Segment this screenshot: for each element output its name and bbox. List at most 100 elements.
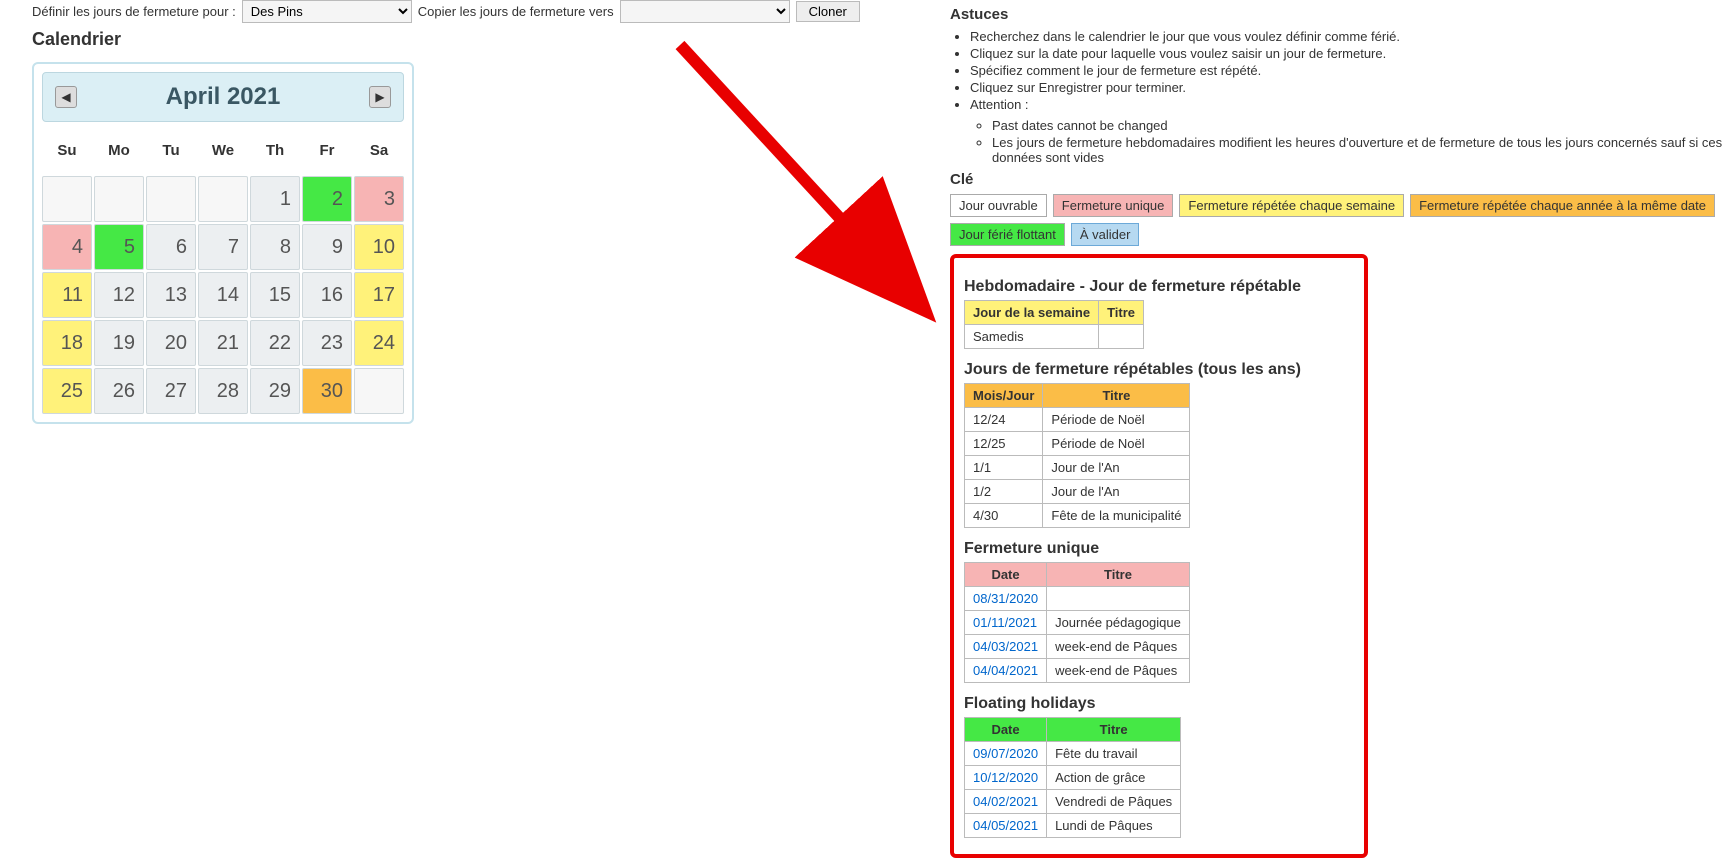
table-header: Titre	[1043, 384, 1190, 408]
calendar-day[interactable]: 13	[146, 272, 196, 318]
table-header: Jour de la semaine	[965, 301, 1099, 325]
date-link[interactable]: 04/05/2021	[965, 814, 1047, 838]
calendar-day[interactable]: 25	[42, 368, 92, 414]
calendar-day[interactable]: 1	[250, 176, 300, 222]
calendar-day[interactable]: 2	[302, 176, 352, 222]
date-link[interactable]: 09/07/2020	[965, 742, 1047, 766]
table-row: 12/25Période de Noël	[965, 432, 1190, 456]
table-row: 1/2Jour de l'An	[965, 480, 1190, 504]
calendar-dow: Tu	[146, 128, 196, 174]
calendar-day[interactable]: 3	[354, 176, 404, 222]
table-cell: week-end de Pâques	[1047, 659, 1190, 683]
calendar-title: April 2021	[166, 83, 281, 111]
table-cell: Journée pédagogique	[1047, 611, 1190, 635]
define-label: Définir les jours de fermeture pour :	[32, 4, 236, 19]
table-row: 04/05/2021Lundi de Pâques	[965, 814, 1181, 838]
table-cell: Jour de l'An	[1043, 456, 1190, 480]
date-link[interactable]: 10/12/2020	[965, 766, 1047, 790]
calendar-day[interactable]: 11	[42, 272, 92, 318]
table-row: 4/30Fête de la municipalité	[965, 504, 1190, 528]
table-row: 1/1Jour de l'An	[965, 456, 1190, 480]
date-link[interactable]: 04/03/2021	[965, 635, 1047, 659]
unique-table: DateTitre08/31/202001/11/2021Journée péd…	[964, 562, 1190, 683]
table-cell	[1099, 325, 1144, 349]
hints-section: Astuces Recherchez dans le calendrier le…	[950, 6, 1730, 165]
clone-button[interactable]: Cloner	[796, 1, 860, 22]
date-link[interactable]: 04/04/2021	[965, 659, 1047, 683]
table-cell: 1/1	[965, 456, 1043, 480]
calendar-day[interactable]: 24	[354, 320, 404, 366]
calendar-day[interactable]: 12	[94, 272, 144, 318]
calendar-day[interactable]: 19	[94, 320, 144, 366]
copy-label: Copier les jours de fermeture vers	[418, 4, 614, 19]
table-cell: 12/24	[965, 408, 1043, 432]
table-header: Titre	[1047, 718, 1181, 742]
annotation-arrow	[670, 35, 950, 335]
table-cell: Action de grâce	[1047, 766, 1181, 790]
calendar-dow: Fr	[302, 128, 352, 174]
table-row: 08/31/2020	[965, 587, 1190, 611]
table-cell: Vendredi de Pâques	[1047, 790, 1181, 814]
date-link[interactable]: 08/31/2020	[965, 587, 1047, 611]
calendar-day[interactable]: 23	[302, 320, 352, 366]
calendar-empty	[354, 368, 404, 414]
calendar-day[interactable]: 4	[42, 224, 92, 270]
hint-item: Spécifiez comment le jour de fermeture e…	[970, 63, 1730, 78]
legend-chip: Fermeture répétée chaque semaine	[1179, 194, 1404, 217]
table-cell: Période de Noël	[1043, 432, 1190, 456]
legend-chip: Jour ouvrable	[950, 194, 1047, 217]
hint-subitem: Les jours de fermeture hebdomadaires mod…	[992, 135, 1730, 165]
calendar-day[interactable]: 6	[146, 224, 196, 270]
calendar-day[interactable]: 20	[146, 320, 196, 366]
calendar-day[interactable]: 28	[198, 368, 248, 414]
calendar-day[interactable]: 16	[302, 272, 352, 318]
copy-target-select[interactable]	[620, 0, 790, 23]
weekly-heading: Hebdomadaire - Jour de fermeture répétab…	[964, 278, 1354, 296]
table-row: 04/02/2021Vendredi de Pâques	[965, 790, 1181, 814]
floating-heading: Floating holidays	[964, 695, 1354, 713]
table-row: Samedis	[965, 325, 1144, 349]
table-cell: 4/30	[965, 504, 1043, 528]
table-row: 01/11/2021Journée pédagogique	[965, 611, 1190, 635]
calendar-prev-button[interactable]: ◀	[55, 86, 77, 108]
calendar-day[interactable]: 8	[250, 224, 300, 270]
calendar-next-button[interactable]: ▶	[369, 86, 391, 108]
calendar-day[interactable]: 21	[198, 320, 248, 366]
branch-select[interactable]: Des Pins	[242, 0, 412, 23]
calendar-empty	[198, 176, 248, 222]
table-cell: week-end de Pâques	[1047, 635, 1190, 659]
calendar-dow: Th	[250, 128, 300, 174]
date-link[interactable]: 01/11/2021	[965, 611, 1047, 635]
key-heading: Clé	[950, 171, 1730, 188]
calendar-day[interactable]: 7	[198, 224, 248, 270]
legend-chip: Jour férié flottant	[950, 223, 1065, 246]
table-row: 12/24Période de Noël	[965, 408, 1190, 432]
table-row: 04/03/2021week-end de Pâques	[965, 635, 1190, 659]
calendar-day[interactable]: 27	[146, 368, 196, 414]
calendar-day[interactable]: 26	[94, 368, 144, 414]
calendar-empty	[146, 176, 196, 222]
calendar-day[interactable]: 15	[250, 272, 300, 318]
calendar-day[interactable]: 29	[250, 368, 300, 414]
calendar-day[interactable]: 22	[250, 320, 300, 366]
table-cell: Fête de la municipalité	[1043, 504, 1190, 528]
yearly-heading: Jours de fermeture répétables (tous les …	[964, 361, 1354, 379]
calendar-dow: Su	[42, 128, 92, 174]
table-cell: Lundi de Pâques	[1047, 814, 1181, 838]
calendar-day[interactable]: 17	[354, 272, 404, 318]
hint-item: Attention :Past dates cannot be changedL…	[970, 97, 1730, 165]
calendar-day[interactable]: 18	[42, 320, 92, 366]
legend-chip: À valider	[1071, 223, 1140, 246]
calendar-dow: Mo	[94, 128, 144, 174]
calendar-day[interactable]: 9	[302, 224, 352, 270]
calendar-empty	[94, 176, 144, 222]
calendar-day[interactable]: 30	[302, 368, 352, 414]
calendar-day[interactable]: 5	[94, 224, 144, 270]
calendar-day[interactable]: 14	[198, 272, 248, 318]
highlighted-sections: Hebdomadaire - Jour de fermeture répétab…	[950, 254, 1368, 858]
hint-subitem: Past dates cannot be changed	[992, 118, 1730, 133]
date-link[interactable]: 04/02/2021	[965, 790, 1047, 814]
hint-item: Recherchez dans le calendrier le jour qu…	[970, 29, 1730, 44]
calendar-day[interactable]: 10	[354, 224, 404, 270]
weekly-table: Jour de la semaineTitreSamedis	[964, 300, 1144, 349]
